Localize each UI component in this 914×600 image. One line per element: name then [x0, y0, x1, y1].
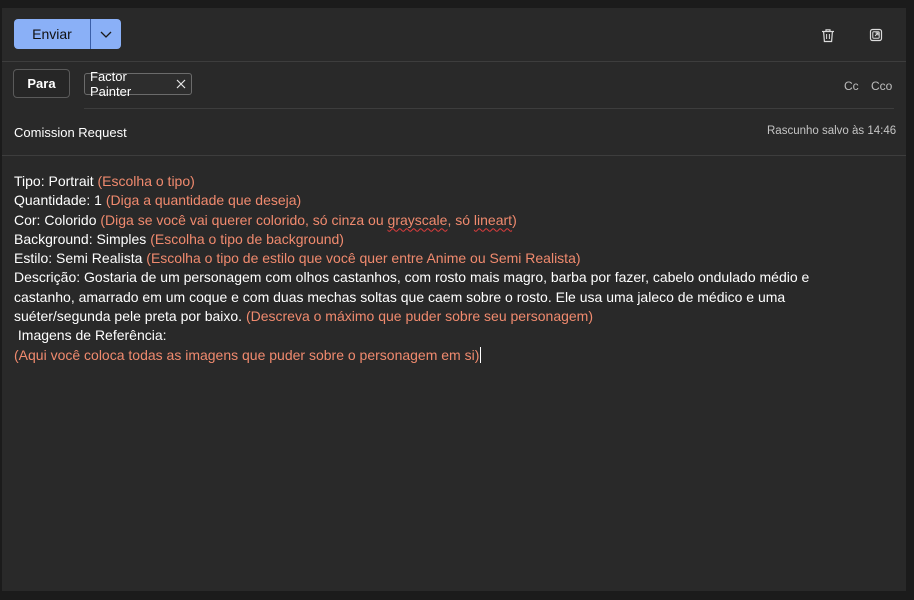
recipients-divider — [84, 108, 894, 109]
draft-status: Rascunho salvo às 14:46 — [767, 125, 897, 137]
body-line-cor: Cor: Colorido (Diga se você vai querer c… — [14, 211, 517, 228]
send-button-group: Enviar — [14, 19, 121, 49]
subject-divider — [2, 155, 906, 156]
body-line-background: Background: Simples (Escolha o tipo de b… — [14, 230, 344, 247]
cc-button[interactable]: Cc — [844, 79, 859, 93]
chevron-down-icon — [100, 31, 112, 38]
body-line-descricao-1: Descrição: Gostaria de um personagem com… — [14, 269, 810, 286]
spellcheck-word: lineart — [473, 211, 513, 228]
recipient-chip[interactable]: Factor Painter — [84, 69, 192, 99]
body-line-imagens-hint: (Aqui você coloca todas as imagens que p… — [14, 346, 482, 363]
body-line-descricao-3: suéter/segunda pele preta por baixo. (De… — [14, 308, 593, 325]
message-body[interactable]: Tipo: Portrait (Escolha o tipo) Quantida… — [14, 172, 874, 365]
recipient-chip-name: Factor Painter — [90, 69, 132, 99]
popout-button[interactable] — [866, 25, 886, 45]
body-line-estilo: Estilo: Semi Realista (Escolha o tipo de… — [14, 250, 581, 267]
toolbar-divider — [2, 61, 906, 62]
body-line-imagens: Imagens de Referência: — [14, 327, 167, 344]
send-options-button[interactable] — [91, 19, 121, 49]
remove-recipient-button[interactable] — [176, 79, 186, 89]
subject-field[interactable]: Comission Request — [14, 125, 127, 140]
discard-button[interactable] — [818, 25, 838, 45]
bcc-button[interactable]: Cco — [871, 79, 892, 93]
compose-toolbar: Enviar — [2, 8, 906, 62]
popout-icon — [869, 28, 883, 42]
to-button[interactable]: Para — [13, 69, 70, 98]
trash-icon — [822, 28, 834, 42]
text-caret — [480, 346, 482, 363]
compose-window: Enviar Para Factor Painter Cc Cco Comiss… — [2, 8, 906, 591]
body-line-descricao-2: castanho, amarrado em um coque e com dua… — [14, 288, 786, 305]
body-line-tipo: Tipo: Portrait (Escolha o tipo) — [14, 173, 195, 189]
close-icon — [176, 79, 186, 89]
body-line-quantidade: Quantidade: 1 (Diga a quantidade que des… — [14, 192, 302, 209]
spellcheck-word: grayscale — [387, 211, 448, 228]
send-button[interactable]: Enviar — [14, 19, 90, 49]
